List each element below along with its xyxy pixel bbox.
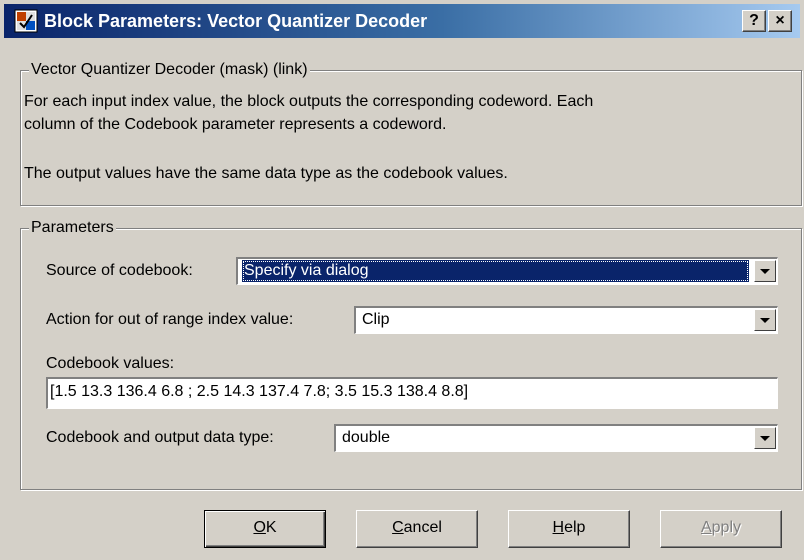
cancel-label: ancel bbox=[403, 519, 442, 536]
ok-label: K bbox=[265, 519, 277, 536]
description-group-title: Vector Quantizer Decoder (mask) (link) bbox=[29, 60, 310, 80]
help-button[interactable]: Help bbox=[508, 510, 630, 548]
title-bar[interactable]: Block Parameters: Vector Quantizer Decod… bbox=[4, 4, 800, 38]
description-line-3: The output values have the same data typ… bbox=[24, 165, 508, 182]
simulink-block-icon bbox=[14, 9, 38, 33]
help-titlebar-button[interactable]: ? bbox=[742, 10, 766, 32]
chevron-down-icon[interactable] bbox=[754, 427, 776, 449]
dialog-window: Block Parameters: Vector Quantizer Decod… bbox=[0, 0, 804, 560]
chevron-down-icon[interactable] bbox=[754, 260, 776, 282]
codebook-values-label: Codebook values: bbox=[46, 355, 175, 372]
data-type-label: Codebook and output data type: bbox=[46, 429, 274, 446]
ok-mnemonic: O bbox=[253, 519, 266, 536]
help-mnemonic: H bbox=[552, 519, 565, 536]
help-label: elp bbox=[564, 519, 586, 536]
out-of-range-action-label: Action for out of range index value: bbox=[46, 311, 294, 328]
data-type-dropdown[interactable]: double bbox=[334, 424, 778, 452]
cancel-button[interactable]: Cancel bbox=[356, 510, 478, 548]
apply-button[interactable]: Apply bbox=[660, 510, 782, 548]
cancel-mnemonic: C bbox=[392, 519, 404, 536]
source-of-codebook-dropdown[interactable]: Specify via dialog bbox=[236, 257, 778, 285]
apply-mnemonic: A bbox=[700, 519, 712, 536]
chevron-down-icon[interactable] bbox=[754, 309, 776, 331]
codebook-values-input[interactable]: [1.5 13.3 136.4 6.8 ; 2.5 14.3 137.4 7.8… bbox=[46, 377, 778, 409]
apply-label: pply bbox=[711, 519, 742, 536]
window-title: Block Parameters: Vector Quantizer Decod… bbox=[44, 11, 428, 31]
parameters-group-title: Parameters bbox=[29, 218, 116, 238]
description-line-2: column of the Codebook parameter represe… bbox=[24, 116, 447, 133]
description-line-1: For each input index value, the block ou… bbox=[24, 93, 594, 110]
close-button[interactable]: × bbox=[768, 10, 792, 32]
source-of-codebook-label: Source of codebook: bbox=[46, 262, 193, 279]
source-of-codebook-value: Specify via dialog bbox=[242, 260, 749, 282]
out-of-range-action-value: Clip bbox=[362, 311, 390, 328]
out-of-range-action-dropdown[interactable]: Clip bbox=[354, 306, 778, 334]
ok-button[interactable]: OK bbox=[204, 510, 326, 548]
data-type-value: double bbox=[342, 429, 391, 446]
